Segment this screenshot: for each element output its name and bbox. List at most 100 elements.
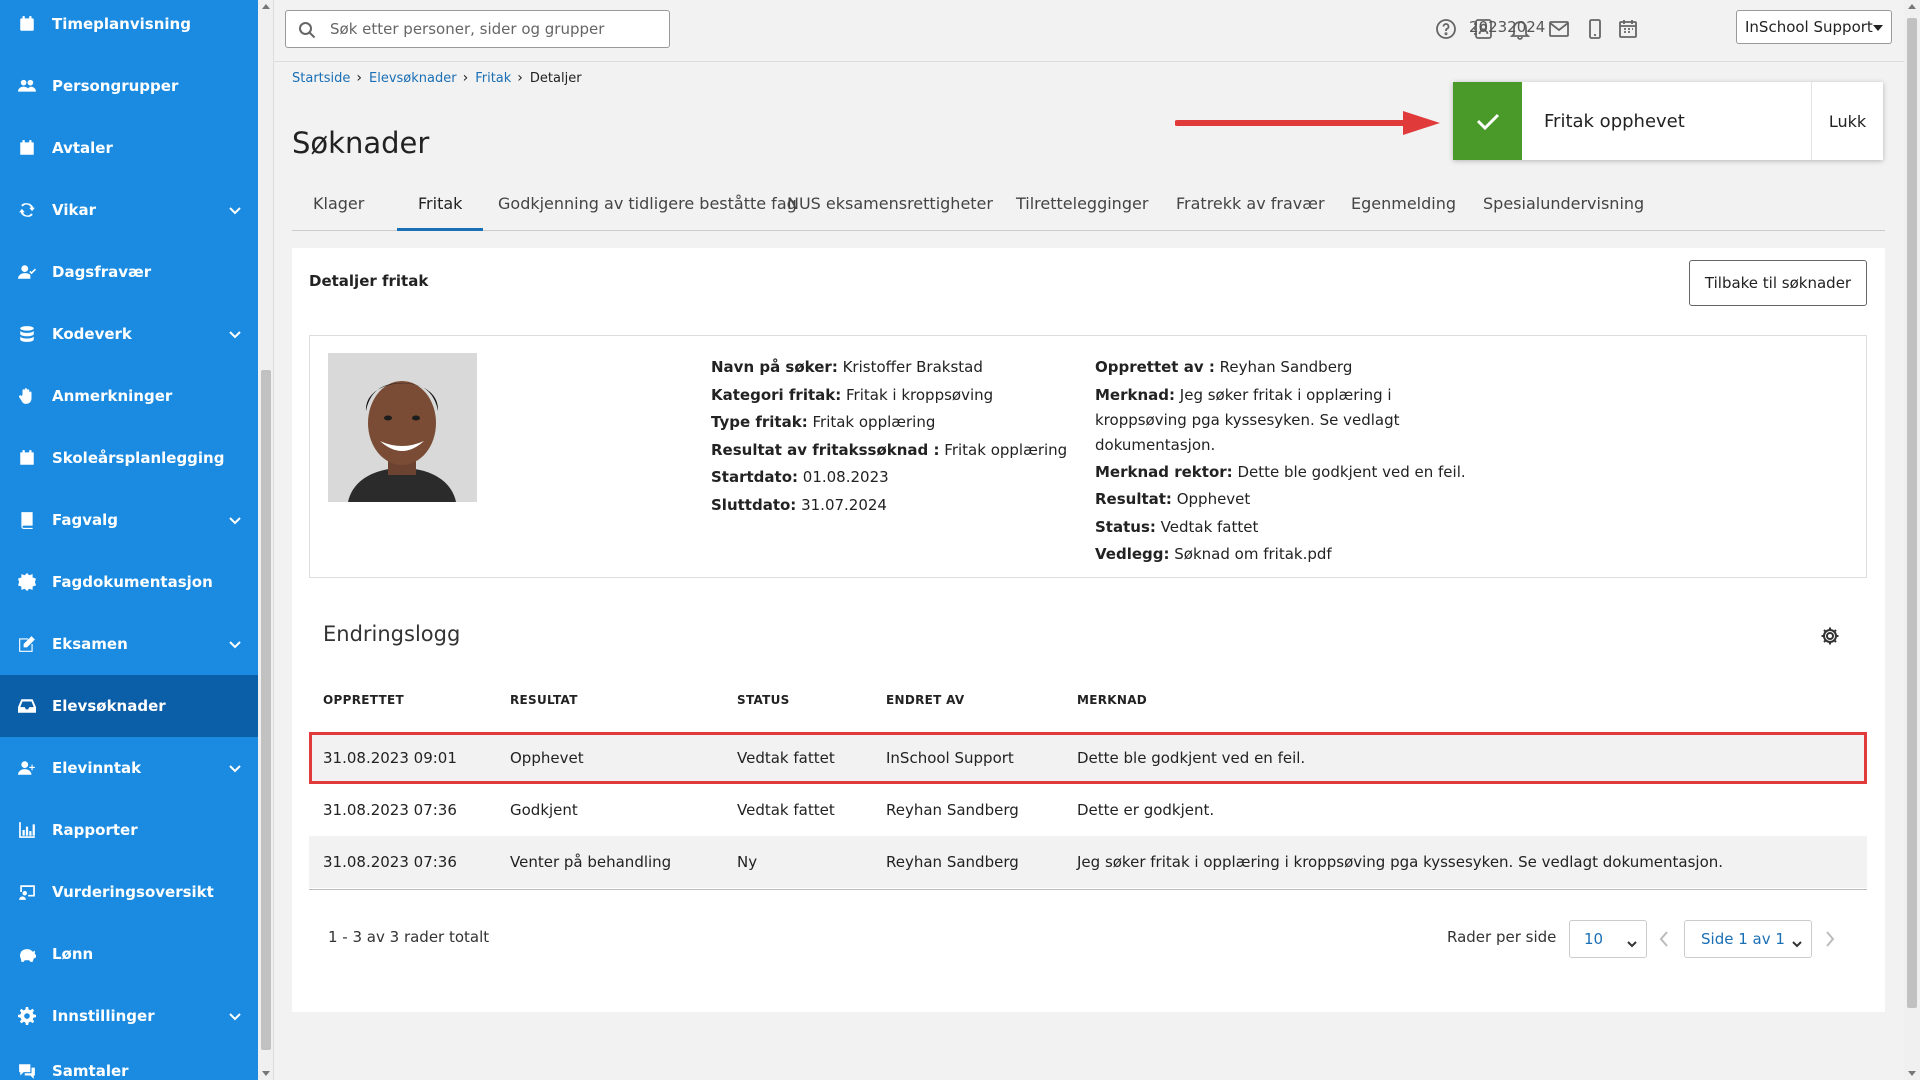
user-plus-icon xyxy=(16,757,38,779)
calendar-icon xyxy=(16,13,38,35)
cell-changed-by: Reyhan Sandberg xyxy=(886,853,1019,871)
sidebar-item-samtaler[interactable]: Samtaler xyxy=(0,1040,258,1080)
sidebar-item-skolearsplanlegging[interactable]: Skoleårsplanlegging xyxy=(0,427,258,489)
mobile-icon[interactable] xyxy=(1582,16,1608,42)
toast-message: Fritak opphevet xyxy=(1544,110,1685,132)
tab-tilrettelegginger[interactable]: Tilrettelegginger xyxy=(995,186,1169,231)
field-applicant-name: Navn på søker: Kristoffer Brakstad xyxy=(711,358,983,376)
scroll-down-arrow-icon[interactable] xyxy=(262,1071,270,1076)
previous-page-button[interactable] xyxy=(1658,930,1674,948)
sidebar-item-rapporter[interactable]: Rapporter xyxy=(0,799,258,861)
tab-egenmelding[interactable]: Egenmelding xyxy=(1330,186,1477,231)
gear-icon[interactable] xyxy=(1820,626,1840,646)
sidebar-item-vurderingsoversikt[interactable]: Vurderingsoversikt xyxy=(0,861,258,923)
details-title: Detaljer fritak xyxy=(309,272,429,290)
sidebar-item-timeplanvisning[interactable]: Timeplanvisning xyxy=(0,0,258,55)
change-log-title: Endringslogg xyxy=(323,622,461,646)
help-icon[interactable] xyxy=(1433,16,1459,42)
applicant-photo xyxy=(328,353,477,502)
sidebar-item-fagvalg[interactable]: Fagvalg xyxy=(0,489,258,551)
cell-note: Dette ble godkjent ved en feil. xyxy=(1077,749,1306,767)
sidebar-item-avtaler[interactable]: Avtaler xyxy=(0,117,258,179)
next-page-button[interactable] xyxy=(1824,930,1840,948)
school-year-label[interactable]: 20232024 xyxy=(1469,18,1545,36)
scrollbar-thumb[interactable] xyxy=(1907,18,1917,1008)
scroll-up-arrow-icon[interactable] xyxy=(1908,4,1916,9)
sidebar-item-anmerkninger[interactable]: Anmerkninger xyxy=(0,365,258,427)
main-scrollbar[interactable] xyxy=(1904,0,1920,1080)
column-header-result: RESULTAT xyxy=(510,693,578,707)
chevron-down-icon xyxy=(1627,935,1637,948)
cell-status: Vedtak fattet xyxy=(737,749,835,767)
scroll-down-arrow-icon[interactable] xyxy=(1908,1071,1916,1076)
sidebar-item-vikar[interactable]: Vikar xyxy=(0,179,258,241)
applicant-fields-left: Navn på søker: Kristoffer Brakstad Kateg… xyxy=(711,354,1081,519)
sidebar-scrollbar[interactable] xyxy=(258,0,274,1080)
chalkboard-icon xyxy=(16,881,38,903)
chevron-down-icon xyxy=(226,759,244,777)
sidebar-item-lonn[interactable]: Lønn xyxy=(0,923,258,985)
chart-icon xyxy=(16,819,38,841)
chevron-right-icon: › xyxy=(462,70,469,86)
hand-icon xyxy=(16,385,38,407)
back-to-applications-button[interactable]: Tilbake til søknader xyxy=(1689,260,1867,306)
toast-close-button[interactable]: Lukk xyxy=(1811,82,1883,160)
tab-klager[interactable]: Klager xyxy=(292,186,385,231)
sidebar-item-dagsfravaer[interactable]: Dagsfravær xyxy=(0,241,258,303)
column-header-changed-by: ENDRET AV xyxy=(886,693,965,707)
sidebar-item-kodeverk[interactable]: Kodeverk xyxy=(0,303,258,365)
table-row[interactable]: 31.08.2023 07:36 Godkjent Vedtak fattet … xyxy=(309,784,1867,836)
scroll-up-arrow-icon[interactable] xyxy=(262,4,270,9)
sidebar-item-label: Samtaler xyxy=(52,1062,129,1080)
tab-fritak[interactable]: Fritak xyxy=(397,186,484,231)
sidebar-item-eksamen[interactable]: Eksamen xyxy=(0,613,258,675)
tab-spesialundervisning[interactable]: Spesialundervisning xyxy=(1462,186,1665,231)
tab-fratrekk-av-fravaer[interactable]: Fratrekk av fravær xyxy=(1155,186,1346,231)
sync-icon xyxy=(16,199,38,221)
calendar-icon[interactable] xyxy=(1615,16,1641,42)
user-dropdown[interactable]: InSchool Support xyxy=(1736,10,1892,44)
check-icon xyxy=(1453,82,1522,160)
mail-icon[interactable] xyxy=(1546,16,1572,42)
search-input[interactable] xyxy=(330,17,660,41)
cell-created: 31.08.2023 09:01 xyxy=(323,749,457,767)
page-title: Søknader xyxy=(292,126,430,160)
field-note: Merknad: Jeg søker fritak i opplæring i … xyxy=(1095,385,1400,454)
rows-per-page-label: Rader per side xyxy=(1447,928,1557,946)
tab-nus-eksamensrettigheter[interactable]: NUS eksamensrettigheter xyxy=(766,186,1014,231)
search-box[interactable] xyxy=(285,10,670,48)
chevron-down-icon xyxy=(226,325,244,343)
breadcrumb-elevsoknader[interactable]: Elevsøknader xyxy=(369,71,457,86)
sidebar-item-label: Eksamen xyxy=(52,635,128,653)
table-row[interactable]: 31.08.2023 07:36 Venter på behandling Ny… xyxy=(309,836,1867,888)
pen-icon xyxy=(16,633,38,655)
database-icon xyxy=(16,323,38,345)
cell-status: Ny xyxy=(737,853,758,871)
attachment-link[interactable]: Søknad om fritak.pdf xyxy=(1174,545,1331,563)
sidebar-item-label: Elevinntak xyxy=(52,759,142,777)
page-select[interactable]: Side 1 av 1 xyxy=(1684,920,1812,958)
chevron-right-icon: › xyxy=(356,70,363,86)
sidebar-item-persongrupper[interactable]: Persongrupper xyxy=(0,55,258,117)
sidebar-item-fagdokumentasjon[interactable]: Fagdokumentasjon xyxy=(0,551,258,613)
table-row[interactable]: 31.08.2023 09:01 Opphevet Vedtak fattet … xyxy=(309,732,1867,784)
user-check-icon xyxy=(16,261,38,283)
applicant-fields-right: Opprettet av : Reyhan Sandberg Merknad: … xyxy=(1095,354,1475,569)
success-toast: Fritak opphevet Lukk xyxy=(1453,82,1883,160)
search-icon xyxy=(298,21,316,39)
breadcrumb-fritak[interactable]: Fritak xyxy=(475,71,511,86)
sidebar-item-label: Vikar xyxy=(52,201,96,219)
scrollbar-thumb[interactable] xyxy=(261,370,271,1050)
caret-down-icon xyxy=(1873,25,1883,31)
cell-status: Vedtak fattet xyxy=(737,801,835,819)
sidebar-item-label: Timeplanvisning xyxy=(52,15,191,33)
cell-note: Dette er godkjent. xyxy=(1077,801,1215,819)
sidebar-item-elevsoknader[interactable]: Elevsøknader xyxy=(0,675,258,737)
rows-per-page-select[interactable]: 10 xyxy=(1569,920,1647,958)
sidebar-item-label: Persongrupper xyxy=(52,77,179,95)
sidebar-item-innstillinger[interactable]: Innstillinger xyxy=(0,985,258,1047)
breadcrumb-startside[interactable]: Startside xyxy=(292,71,350,86)
cell-created: 31.08.2023 07:36 xyxy=(323,801,457,819)
sidebar-item-elevinntak[interactable]: Elevinntak xyxy=(0,737,258,799)
sidebar-item-label: Vurderingsoversikt xyxy=(52,883,214,901)
